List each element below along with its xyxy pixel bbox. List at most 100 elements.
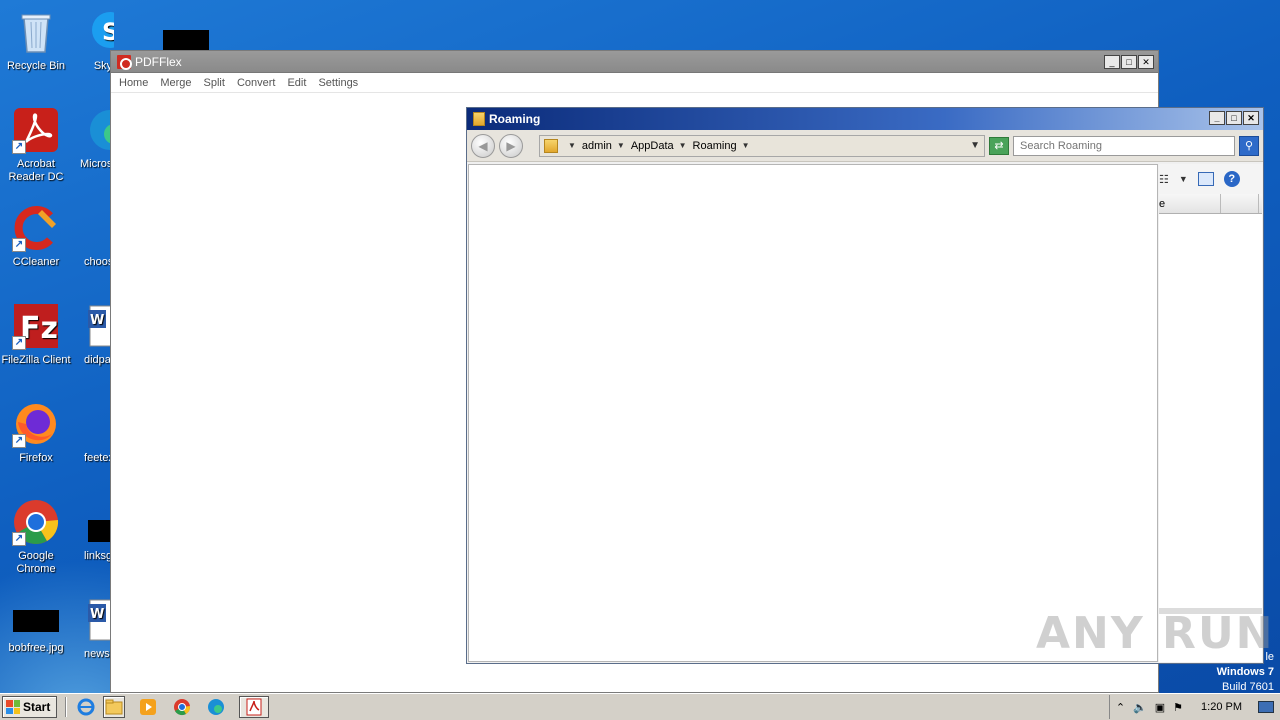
folder-icon [473,112,485,126]
start-button[interactable]: Start [2,696,58,718]
desktop-icon-label: Google Chrome [16,550,56,575]
tray-expand-icon[interactable]: ⌃ [1116,701,1125,714]
breadcrumb-roaming[interactable]: Roaming ▼ [693,140,750,152]
shortcut-arrow-icon: ↗ [12,532,26,546]
menu-edit[interactable]: Edit [287,77,306,89]
desktop-icon-chrome[interactable]: ↗ Google Chrome [0,498,72,576]
forward-button[interactable]: ▶ [499,133,523,158]
desktop-icon-label: choose [84,256,114,268]
svg-text:W: W [90,607,104,622]
show-desktop-button[interactable] [1258,701,1274,713]
chevron-down-icon: ▼ [741,141,750,150]
shortcut-arrow-icon: ↗ [12,434,26,448]
breadcrumb-label: admin [581,139,612,152]
desktop-icon-linksgl[interactable]: linksgl [70,498,114,563]
desktop-icon-newsle[interactable]: W newsle [70,596,114,661]
back-button[interactable]: ◀ [471,133,495,158]
explorer-titlebar[interactable]: Roaming _ □ ✕ [467,108,1263,130]
view-options-icon[interactable]: ☷ [1159,173,1169,186]
chevron-down-icon[interactable]: ▼ [1179,174,1188,184]
chrome-taskbar-icon[interactable] [171,696,193,718]
clock[interactable]: 1:20 PM [1201,701,1242,713]
chrome-icon: ↗ [12,498,60,546]
filezilla-icon: Fz ↗ [12,302,60,350]
skype-icon: S [70,8,114,56]
taskbar: Start ⌃ 🔈 ▣ ⚑ 1:20 PM [0,693,1280,720]
desktop-icon-ccleaner[interactable]: ↗ CCleaner [0,204,72,269]
explorer-title: Roaming [489,112,541,126]
menu-split[interactable]: Split [204,77,225,89]
desktop-icon-label: Acrobat Reader DC [8,158,64,183]
explorer-window[interactable]: Roaming _ □ ✕ ◀ ▶ ▼ admin ▼ AppData ▼ Ro… [466,107,1264,664]
column-header-cell[interactable]: e [1159,194,1221,213]
desktop-icon-label: Recycle Bin [6,60,66,72]
maximize-button[interactable]: □ [1121,55,1137,69]
media-player-taskbar-icon[interactable] [137,696,159,718]
shortcut-arrow-icon: ↗ [12,238,26,252]
close-button[interactable]: ✕ [1138,55,1154,69]
folder-icon [544,138,558,153]
address-dropdown-icon[interactable]: ▼ [970,140,980,151]
breadcrumb-label: AppData [630,139,674,152]
version-line-2: Windows 7 [1216,666,1274,678]
acrobat-reader-icon: ↗ [12,106,60,154]
file-icon [70,498,114,546]
refresh-icon[interactable]: ⇄ [989,136,1009,155]
chevron-down-icon[interactable]: ▼ [568,141,576,150]
volume-icon[interactable]: 🔈 [1133,701,1147,714]
explorer-taskbar-icon[interactable] [103,696,126,718]
desktop-icon-bobfree[interactable]: bobfree.jpg [0,610,72,655]
minimize-button[interactable]: _ [1104,55,1120,69]
column-header-cell-empty[interactable] [1221,194,1259,213]
desktop-icon-acrobat[interactable]: ↗ Acrobat Reader DC [0,106,72,184]
menu-merge[interactable]: Merge [160,77,191,89]
desktop-icon-label: Sky [93,60,113,72]
help-icon[interactable]: ? [1223,171,1240,187]
desktop-icon-label: linksgl [84,550,114,562]
desktop-icon-feetex[interactable]: feetex [70,400,114,465]
menu-settings[interactable]: Settings [318,77,358,89]
desktop-icon-label: bobfree.jpg [8,642,64,654]
breadcrumb-appdata[interactable]: AppData ▼ [631,140,687,152]
close-button[interactable]: ✕ [1243,111,1259,125]
menu-convert[interactable]: Convert [237,77,276,89]
address-bar[interactable]: ▼ admin ▼ AppData ▼ Roaming ▼ ▼ [539,134,985,157]
ccleaner-icon: ↗ [12,204,60,252]
action-center-flag-icon[interactable]: ⚑ [1173,701,1183,714]
pdfflex-titlebar[interactable]: PDFFlex _ □ ✕ [111,51,1158,73]
system-tray: ⌃ 🔈 ▣ ⚑ 1:20 PM [1108,695,1280,719]
pdfflex-title: PDFFlex [135,54,182,69]
desktop-icon-didpap[interactable]: W didpap [70,302,114,367]
desktop-icon-filezilla[interactable]: Fz ↗ FileZilla Client [0,302,72,367]
breadcrumb-admin[interactable]: admin ▼ [582,140,625,152]
word-doc-icon: W [70,302,114,350]
search-input[interactable] [1013,135,1235,156]
edge-taskbar-icon[interactable] [205,696,227,718]
file-list-pane[interactable] [468,164,1158,662]
network-icon[interactable]: ▣ [1155,701,1165,714]
minimize-button[interactable]: _ [1209,111,1225,125]
menu-home[interactable]: Home [119,77,148,89]
maximize-button[interactable]: □ [1226,111,1242,125]
pdfflex-window-controls: _ □ ✕ [1104,55,1154,69]
file-icon [70,400,114,448]
desktop-icon-recycle-bin[interactable]: Recycle Bin [0,8,72,73]
version-line-1: le [1265,651,1274,663]
desktop-icon-label: Firefox [19,452,53,464]
explorer-right-pane: ☷ ▼ ? e [1159,164,1262,662]
pdfflex-menubar: Home Merge Split Convert Edit Settings [111,73,1158,93]
svg-text:W: W [90,313,104,328]
desktop-icon-skype[interactable]: S Sky [70,8,114,73]
pdf-app-icon [117,54,132,70]
desktop-icon-label: didpap [84,354,114,366]
ie-taskbar-icon[interactable] [75,696,97,718]
desktop-icon-label: CCleaner [12,256,60,268]
desktop-icon-label: FileZilla Client [1,354,71,366]
view-toolbar: ☷ ▼ ? [1159,164,1262,194]
desktop-icon-edge[interactable]: Microso [70,106,114,171]
desktop-icon-firefox[interactable]: ↗ Firefox [0,400,72,465]
search-icon[interactable]: ⚲ [1239,135,1259,156]
pdfflex-taskbar-icon[interactable] [239,696,270,718]
preview-pane-icon[interactable] [1197,172,1214,186]
desktop-icon-choose[interactable]: choose [70,204,114,269]
